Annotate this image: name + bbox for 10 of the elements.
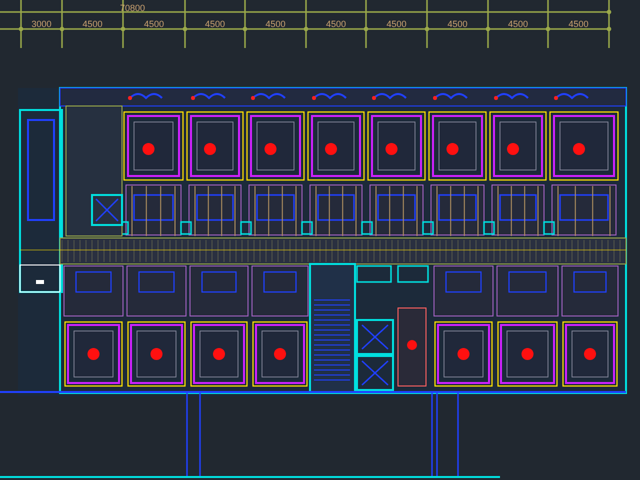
dimension-label: 4500 — [204, 19, 226, 29]
dimension-label: 4500 — [508, 19, 528, 29]
dimension-label: 4500 — [82, 19, 103, 29]
dimension-label: 4500 — [447, 19, 468, 29]
dimension-label: 3000 — [31, 19, 52, 29]
dimension-label: 4500 — [568, 19, 589, 29]
dimension-label: 4500 — [386, 19, 407, 29]
dimension-label: 4500 — [144, 19, 164, 29]
dimension-label: 4500 — [326, 19, 346, 29]
dimension-label: 4500 — [265, 19, 286, 29]
